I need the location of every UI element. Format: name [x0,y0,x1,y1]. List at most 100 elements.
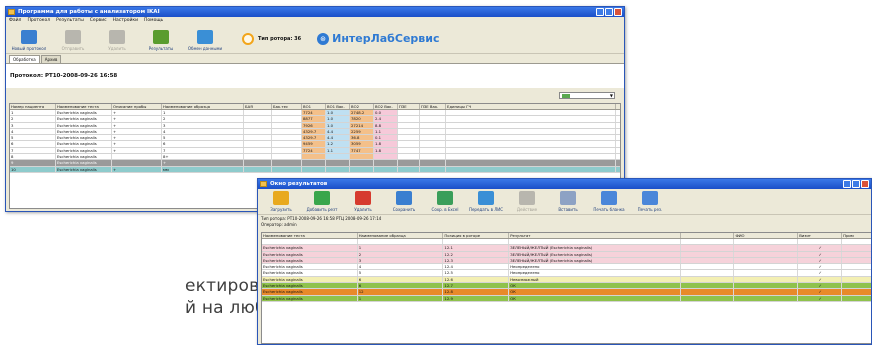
table-row[interactable]: 10 Escherichia vaginalis + мм [10,166,620,173]
table-cell [842,296,871,301]
maximize-icon[interactable] [605,8,613,16]
minimize-icon[interactable] [596,8,604,16]
table-cell [326,166,350,172]
main-window-title: Программа для работы с анализатором IKAI [18,9,160,15]
table-cell: Escherichia vaginalis [262,245,358,251]
main-toolbar-button-1[interactable]: Отправить [54,30,92,51]
table-cell: ✓ [798,257,843,264]
table-cell: 9459 [302,141,326,147]
table-cell: 4 [162,128,244,135]
close-icon[interactable] [614,8,622,16]
menu-settings[interactable]: Настройки [113,18,138,23]
column-header[interactable]: Наименование образца [162,104,244,109]
column-header[interactable]: Визит [798,233,843,238]
main-toolbar-button-0[interactable]: Новый протокол [10,30,48,51]
column-header[interactable]: ФИО [734,233,799,238]
column-header[interactable]: Бак.тес [272,104,302,109]
results-toolbar-button-label: Загрузить [270,207,292,212]
table-cell: + [112,122,162,128]
menu-protocol[interactable]: Протокол [27,18,50,23]
column-header[interactable]: Результат [509,233,681,238]
results-toolbar-button-8[interactable]: Печать бланка [590,191,628,212]
main-toolbar-button-2[interactable]: Удалить [98,30,136,51]
minimize-icon[interactable] [843,180,851,188]
main-toolbar-button-icon [153,30,169,44]
results-toolbar-button-icon [478,191,494,205]
menu-service[interactable]: Сервис [90,18,107,23]
column-header[interactable]: Описание пробы [112,104,162,109]
table-cell [398,135,420,141]
table-cell: 7724 [302,110,326,116]
table-cell [734,257,799,264]
results-toolbar-button-3[interactable]: Сохранить [385,191,423,212]
table-cell [734,276,799,283]
table-cell [842,270,871,275]
column-header[interactable]: Единицы ГЧ [446,104,616,109]
column-header[interactable]: ВО2 [350,104,374,109]
column-header[interactable]: Наименование образца [358,233,444,238]
column-header[interactable]: ВО1 [302,104,326,109]
table-cell: Escherichia vaginalis [56,160,112,166]
main-toolbar: Новый протокол Отправить Удалить Результаты… [6,24,624,54]
column-header[interactable]: ВО2 Вак. [374,104,398,109]
column-header[interactable]: Наименование теста [56,104,112,109]
table-cell [420,135,446,141]
column-header[interactable]: Наименование теста [262,233,358,238]
table-cell: 1.8 [374,147,398,154]
table-cell: ✓ [798,283,843,289]
column-header[interactable]: Прим [842,233,871,238]
results-toolbar-button-0[interactable]: Загрузить [262,191,300,212]
maximize-icon[interactable] [852,180,860,188]
table-cell: 12 [358,289,444,295]
table-row[interactable]: Escherichia vaginalis 1 12.9 ОК ✓ [262,295,871,302]
table-cell: 1.0 [326,110,350,116]
results-toolbar-button-label: Печать рез. [637,207,663,212]
menu-results[interactable]: Результаты [56,18,84,23]
table-cell: Невозможный [509,276,681,283]
results-window: Окно результатов Загрузить Добавить резт У… [257,178,872,345]
table-cell: Escherichia vaginalis [262,276,358,283]
column-header[interactable]: ПЗЕ [398,104,420,109]
column-header[interactable]: БАЯ [244,104,272,109]
column-header[interactable]: ВО1 Вак. [326,104,350,109]
table-cell: 8877 [302,116,326,122]
results-toolbar-button-icon [314,191,330,205]
close-icon[interactable] [861,180,869,188]
table-cell: Escherichia vaginalis [56,147,112,154]
results-window-titlebar[interactable]: Окно результатов [258,179,871,189]
results-toolbar-button-4[interactable]: Сохр. в Excel [426,191,464,212]
main-toolbar-button-3[interactable]: Результаты [142,30,180,51]
table-cell [244,166,272,172]
main-toolbar-button-4[interactable]: Обмен данными [186,30,224,51]
tab-archive[interactable]: Архив [40,55,62,63]
table-cell: ЗЕЛЕНЫЙ/ЖЕЛТЫЙ (Escherichia vaginalis) [509,257,681,264]
main-window-titlebar[interactable]: Программа для работы с анализатором IKAI [6,7,624,17]
table-cell: 12.6 [443,276,510,283]
table-cell: + [112,116,162,122]
sample-select[interactable]: ▼ [559,92,615,99]
table-cell: 3 [162,122,244,128]
results-toolbar-button-5[interactable]: Передать в ЛИС [467,191,505,212]
results-toolbar-button-2[interactable]: Удалить [344,191,382,212]
table-cell [681,245,735,251]
table-cell [272,166,302,172]
results-toolbar-button-1[interactable]: Добавить резт [303,191,341,212]
table-cell: 2.4 [374,116,398,122]
table-cell: ✓ [798,295,843,301]
tab-processing[interactable]: Обработка [9,55,40,63]
column-header[interactable] [681,233,735,238]
results-toolbar-button-7[interactable]: Вставить [549,191,587,212]
menu-file[interactable]: Файл [9,18,21,23]
table-cell: Escherichia vaginalis [262,257,358,264]
results-toolbar-button-9[interactable]: Печать рез. [631,191,669,212]
results-toolbar-button-6[interactable]: Действие [508,191,546,212]
table-cell [398,110,420,116]
menu-help[interactable]: Помощь [144,18,163,23]
column-header[interactable]: Позиция в роторе [443,233,510,238]
table-cell [443,239,510,245]
table-cell [302,166,326,172]
table-cell: ЗЕЛЕНЫЙ/ЖЕЛТЫЙ (Escherichia vaginalis) [509,245,681,251]
table-cell: 3 [10,122,56,128]
column-header[interactable]: Номер пациента [10,104,56,109]
column-header[interactable]: ПЗЕ Вак. [420,104,446,109]
